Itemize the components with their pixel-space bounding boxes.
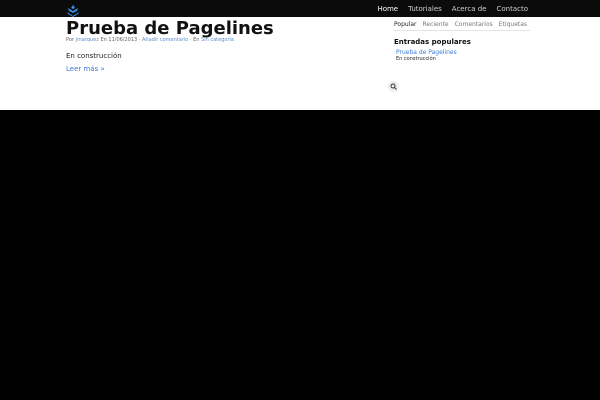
- nav-item-acerca-de[interactable]: Acerca de: [447, 0, 492, 17]
- nav-item-home[interactable]: Home: [377, 0, 403, 17]
- tab-reciente[interactable]: Reciente: [423, 21, 449, 28]
- meta-category-link[interactable]: Sin categoría: [201, 37, 234, 43]
- site-logo-icon[interactable]: [66, 2, 80, 17]
- popular-post-excerpt: En construcción: [396, 56, 436, 62]
- meta-by: Por: [66, 37, 74, 43]
- meta-author-link[interactable]: jmarquez: [76, 37, 99, 43]
- meta-in: En: [193, 37, 200, 43]
- meta-separator: ·: [138, 37, 141, 43]
- popular-posts-heading: Entradas populares: [394, 38, 471, 46]
- content-area: Prueba de Pagelines Por jmarquez En 11/0…: [0, 17, 600, 110]
- meta-separator: ·: [189, 37, 192, 43]
- nav-item-contacto[interactable]: Contacto: [491, 0, 528, 17]
- tab-etiquetas[interactable]: Etiquetas: [499, 21, 527, 28]
- meta-date: En 11/06/2013: [100, 37, 138, 43]
- top-navigation-bar: Home Tutoriales Acerca de Contacto: [0, 0, 600, 17]
- nav-item-tutoriales[interactable]: Tutoriales: [403, 0, 447, 17]
- meta-add-comment-link[interactable]: Añadir comentario: [142, 37, 188, 43]
- main-nav: Home Tutoriales Acerca de Contacto: [377, 0, 528, 17]
- read-more-link[interactable]: Leer más »: [66, 65, 105, 73]
- tab-popular[interactable]: Popular: [394, 21, 417, 28]
- post-excerpt: En construcción: [66, 52, 122, 60]
- search-icon: [390, 83, 397, 90]
- search-button[interactable]: [388, 81, 399, 92]
- post-meta: Por jmarquez En 11/06/2013 · Añadir come…: [66, 37, 234, 43]
- tabs-divider: [394, 30, 530, 31]
- popular-post-link[interactable]: Prueba de Pagelines: [396, 49, 457, 56]
- tab-comentarios[interactable]: Comentarios: [455, 21, 493, 28]
- sidebar-tabs: Popular Reciente Comentarios Etiquetas: [394, 21, 527, 28]
